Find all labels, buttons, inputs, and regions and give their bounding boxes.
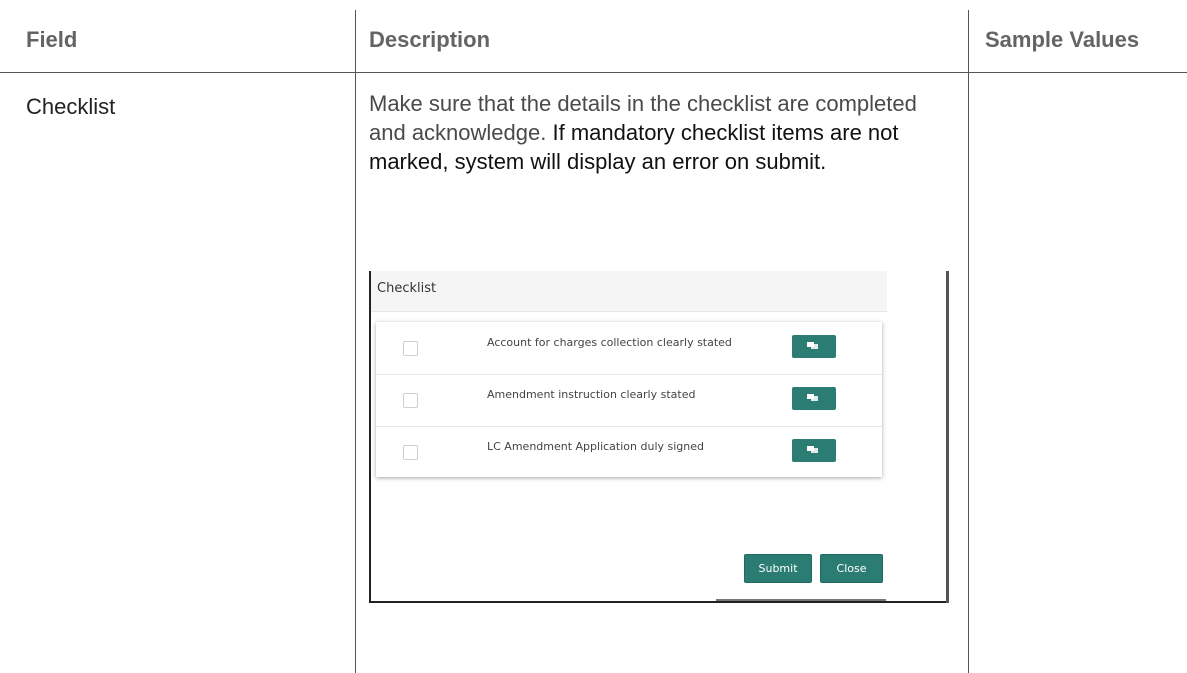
description-text: Make sure that the details in the checkl… bbox=[369, 89, 929, 176]
checklist-checkbox[interactable] bbox=[403, 341, 418, 356]
submit-button[interactable]: Submit bbox=[744, 554, 812, 583]
header-divider bbox=[0, 72, 1187, 73]
close-button[interactable]: Close bbox=[820, 554, 883, 583]
comment-icon bbox=[807, 446, 818, 453]
checklist-item-label: Account for charges collection clearly s… bbox=[487, 336, 732, 349]
header-field: Field bbox=[26, 27, 78, 52]
screenshot-border bbox=[369, 601, 949, 603]
column-divider-1 bbox=[355, 10, 356, 673]
checklist-title: Checklist bbox=[377, 281, 437, 296]
comment-button[interactable] bbox=[792, 439, 836, 462]
header-sample-values: Sample Values bbox=[985, 27, 1140, 52]
checklist-panel: Account for charges collection clearly s… bbox=[376, 322, 882, 477]
screenshot-border bbox=[946, 271, 949, 603]
checklist-item-label: Amendment instruction clearly stated bbox=[487, 388, 696, 401]
checklist-checkbox[interactable] bbox=[403, 445, 418, 460]
comment-button[interactable] bbox=[792, 387, 836, 410]
comment-button[interactable] bbox=[792, 335, 836, 358]
checklist-row: LC Amendment Application duly signed bbox=[376, 426, 882, 478]
field-checklist: Checklist bbox=[26, 94, 116, 119]
screenshot-border bbox=[369, 271, 371, 603]
checklist-item-label: LC Amendment Application duly signed bbox=[487, 440, 704, 453]
header-description: Description bbox=[369, 27, 491, 52]
checklist-row: Amendment instruction clearly stated bbox=[376, 374, 882, 427]
checklist-row: Account for charges collection clearly s… bbox=[376, 322, 882, 375]
comment-icon bbox=[807, 342, 818, 349]
comment-icon bbox=[807, 394, 818, 401]
checklist-header: Checklist bbox=[371, 271, 887, 312]
checklist-checkbox[interactable] bbox=[403, 393, 418, 408]
column-divider-2 bbox=[968, 10, 969, 673]
checklist-screenshot: Checklist Account for charges collection… bbox=[369, 271, 949, 603]
